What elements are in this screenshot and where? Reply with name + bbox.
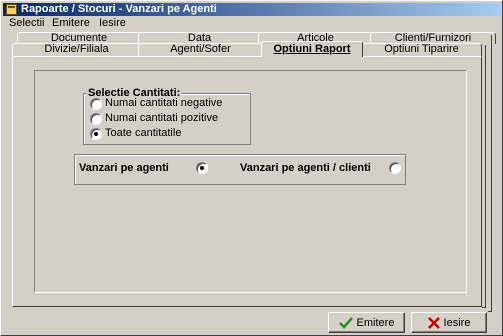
tab-agenti-sofer[interactable]: Agenti/Sofer <box>138 43 263 56</box>
tab-divizie-filiala[interactable]: Divizie/Filiala <box>12 43 141 56</box>
stacked-page-edge <box>482 45 486 308</box>
iesire-label: Iesire <box>443 316 471 329</box>
report-window: Rapoarte / Stocuri - Vanzari pe Agenti S… <box>0 0 503 336</box>
tab-optiuni-raport[interactable]: Optiuni Raport <box>261 41 363 57</box>
radio-vanzari-agenti[interactable] <box>196 162 208 174</box>
tab-optiuni-tiparire[interactable]: Optiuni Tiparire <box>361 43 482 56</box>
radio-toate-cantitatile[interactable] <box>90 128 102 140</box>
close-icon <box>427 316 440 329</box>
emitere-label: Emitere <box>356 316 395 329</box>
menu-bar: Selectii Emitere Iesire <box>3 16 501 30</box>
inner-frame: Selectie Cantitati: Numai cantitati nega… <box>34 70 467 293</box>
menu-item-emitere[interactable]: Emitere <box>52 16 90 30</box>
radio-vanzari-agenti-clienti[interactable] <box>389 162 401 174</box>
stacked-page-edge <box>488 35 492 312</box>
label-vanzari-agenti-clienti[interactable]: Vanzari pe agenti / clienti <box>240 162 371 174</box>
iesire-button[interactable]: Iesire <box>411 312 487 333</box>
label-numai-pozitive[interactable]: Numai cantitati pozitive <box>105 112 218 124</box>
menu-item-iesire[interactable]: Iesire <box>99 16 126 30</box>
label-toate-cantitatile[interactable]: Toate cantitatile <box>105 127 181 139</box>
radio-numai-pozitive[interactable] <box>90 113 102 125</box>
menu-item-selectii[interactable]: Selectii <box>9 16 44 30</box>
options-panel: Selectie Cantitati: Numai cantitati nega… <box>12 56 482 307</box>
app-icon <box>6 4 17 15</box>
label-vanzari-agenti[interactable]: Vanzari pe agenti <box>79 162 169 174</box>
checkmark-icon <box>338 316 353 329</box>
label-numai-negative[interactable]: Numai cantitati negative <box>105 97 222 109</box>
radio-numai-negative[interactable] <box>90 98 102 110</box>
title-bar: Rapoarte / Stocuri - Vanzari pe Agenti <box>3 3 501 16</box>
window-title: Rapoarte / Stocuri - Vanzari pe Agenti <box>21 3 217 15</box>
emitere-button[interactable]: Emitere <box>328 312 405 333</box>
